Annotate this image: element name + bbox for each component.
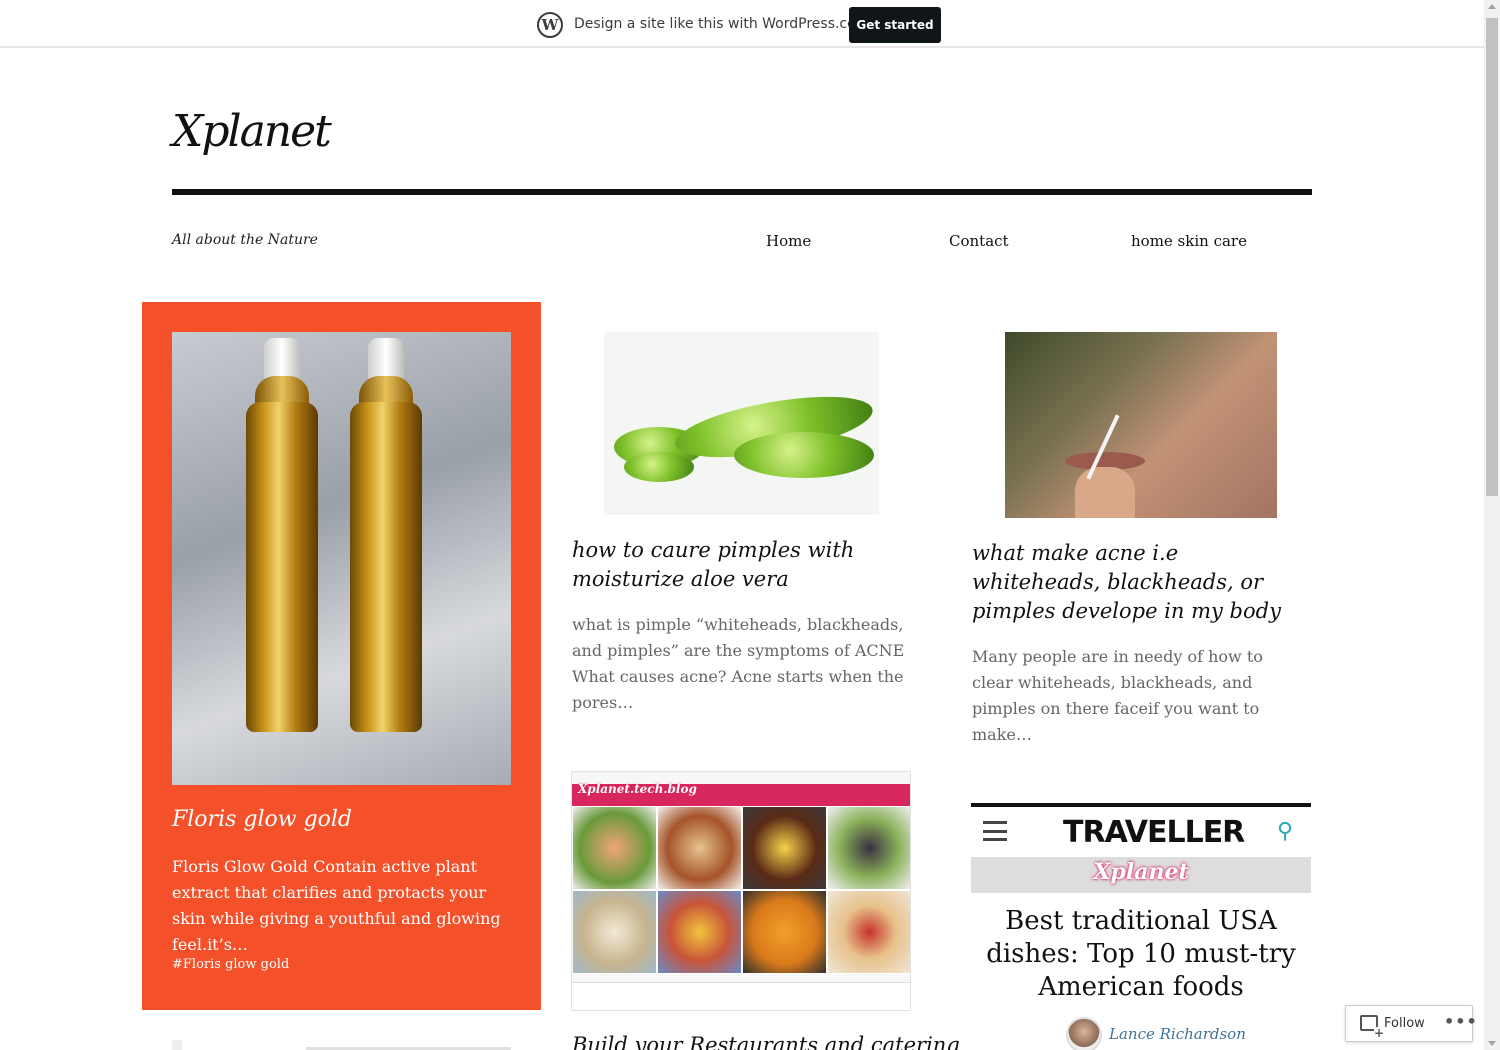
food-photo (572, 890, 657, 974)
featured-post-image[interactable] (172, 332, 511, 785)
post-excerpt: what is pimple “whiteheads, blackheads, … (572, 615, 905, 712)
wordpress-banner: W Design a site like this with WordPress… (0, 0, 1484, 48)
bottle-cap (368, 338, 404, 380)
avatar (1066, 1017, 1102, 1050)
image-toolbar (572, 982, 910, 1010)
post-image-aloe-vera[interactable] (604, 332, 879, 515)
site-title[interactable]: Xplanet (172, 106, 332, 157)
food-photo (742, 890, 827, 974)
more-dots-icon[interactable]: ••• (1444, 1012, 1478, 1031)
bottle (350, 402, 422, 732)
scroll-up-arrow-icon[interactable] (1488, 4, 1496, 9)
food-photo (572, 806, 657, 890)
post-title[interactable]: what make acne i.e whiteheads, blackhead… (972, 539, 1307, 626)
food-grid (572, 806, 910, 974)
bottle (246, 402, 318, 732)
nav-home[interactable]: Home (766, 232, 811, 250)
scrollbar-thumb[interactable] (1486, 18, 1498, 496)
bottle-cap (264, 338, 300, 380)
post-title[interactable]: how to caure pimples with moisturize alo… (572, 536, 912, 594)
traveller-headline: Best traditional USA dishes: Top 10 must… (986, 906, 1296, 1002)
wordpress-logo-icon[interactable]: W (537, 12, 563, 38)
featured-post-card[interactable]: Floris glow gold Floris Glow Gold Contai… (142, 302, 541, 1010)
search-icon: ⚲ (1277, 819, 1294, 844)
get-started-button[interactable]: Get started (849, 7, 941, 43)
reader-follow-icon[interactable] (1360, 1015, 1384, 1039)
header-divider (172, 189, 1312, 195)
scrollbar[interactable] (1484, 0, 1500, 1050)
food-photo (657, 806, 742, 890)
site-tagline: All about the Nature (172, 232, 318, 248)
traveller-header: TRAVELLER ⚲ (971, 807, 1311, 857)
featured-post-title[interactable]: Floris glow gold (172, 807, 352, 832)
scroll-down-arrow-icon[interactable] (1488, 1041, 1496, 1046)
post-image-restaurant[interactable]: Xplanet.tech.blog (571, 771, 911, 1011)
nav-contact[interactable]: Contact (949, 232, 1009, 250)
post-excerpt: Many people are in needy of how to clear… (972, 647, 1263, 744)
post-image-acne[interactable] (1005, 332, 1277, 518)
banner-text[interactable]: Design a site like this with WordPress.c… (574, 16, 869, 32)
food-photo (827, 890, 910, 974)
traveller-post-image[interactable]: TRAVELLER ⚲ Xplanet Best traditional USA… (971, 803, 1311, 1050)
post-title[interactable]: Build your Restaurants and catering (572, 1031, 960, 1050)
nav-home-skin-care[interactable]: home skin care (1131, 232, 1247, 250)
image-brand-text: Xplanet.tech.blog (578, 782, 697, 796)
featured-post-tag[interactable]: #Floris glow gold (172, 957, 289, 972)
follow-widget: Follow ••• (1345, 1005, 1477, 1042)
hand (1075, 467, 1135, 518)
hamburger-menu-icon (983, 821, 1007, 841)
next-post-peek (172, 1040, 182, 1050)
food-photo (827, 806, 910, 890)
traveller-brand: Xplanet (1093, 859, 1189, 885)
featured-post-excerpt: Floris Glow Gold Contain active plant ex… (172, 857, 501, 954)
food-photo (657, 890, 742, 974)
aloe-leaf (734, 432, 874, 478)
follow-button[interactable]: Follow (1384, 1016, 1425, 1031)
traveller-author: Lance Richardson (1109, 1025, 1246, 1043)
food-photo (742, 806, 827, 890)
traveller-logo: TRAVELLER (1063, 815, 1245, 850)
aloe-slice (624, 452, 694, 482)
